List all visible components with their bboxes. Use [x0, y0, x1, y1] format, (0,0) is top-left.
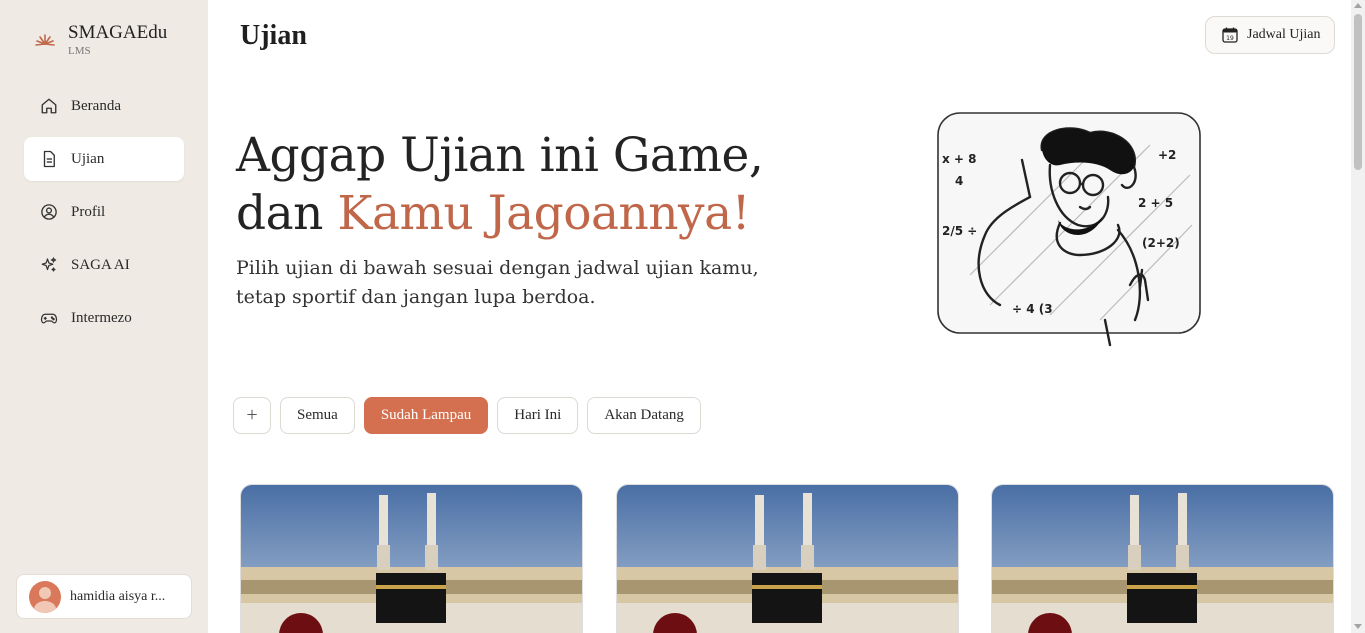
brand-logo-icon	[35, 34, 55, 46]
sidebar: SMAGAEdu LMS Beranda Ujian Profil SAGA A…	[0, 0, 208, 633]
schedule-button-label: Jadwal Ujian	[1247, 27, 1321, 42]
sidebar-item-saga-ai[interactable]: SAGA AI	[24, 243, 184, 287]
filter-chip-semua[interactable]: Semua	[280, 397, 355, 434]
add-filter-button[interactable]: +	[233, 397, 271, 434]
math-text: 2 + 5	[1138, 196, 1173, 210]
avatar	[29, 580, 61, 613]
sidebar-item-label: Ujian	[71, 150, 105, 167]
math-text: x + 8	[942, 152, 977, 166]
kaaba-image	[992, 485, 1333, 633]
scroll-up-arrow-icon[interactable]	[1354, 3, 1362, 8]
hero-heading-accent: Kamu Jagoannya!	[337, 186, 751, 241]
kaaba-image	[241, 485, 582, 633]
schedule-button[interactable]: 19 Jadwal Ujian	[1205, 16, 1335, 54]
hero-heading-line2: dan Kamu Jagoannya!	[236, 186, 751, 242]
user-circle-icon	[40, 203, 58, 221]
math-text: +2	[1158, 148, 1176, 162]
math-text: 2/5 ÷	[942, 224, 977, 238]
exam-card[interactable]	[991, 484, 1334, 633]
sidebar-item-label: SAGA AI	[71, 256, 130, 273]
brand-subtitle: LMS	[68, 45, 91, 57]
brand-name: SMAGAEdu	[68, 22, 168, 43]
brand[interactable]: SMAGAEdu LMS	[34, 22, 167, 58]
math-text: ÷ 4 (3	[1012, 302, 1053, 316]
hero-subtitle-line2: tetap sportif dan jangan lupa berdoa.	[236, 286, 596, 308]
exam-card[interactable]	[240, 484, 583, 633]
math-text: (2+2)	[1142, 236, 1180, 250]
hero-illustration: x + 8 4 +2 2 + 5 2/5 ÷ (2+2) ÷ 4 (3	[937, 112, 1201, 347]
sidebar-nav: Beranda Ujian Profil SAGA AI Intermezo	[24, 84, 184, 349]
scroll-down-arrow-icon[interactable]	[1354, 624, 1362, 629]
page-title: Ujian	[240, 20, 307, 51]
scrollbar-thumb[interactable]	[1354, 14, 1362, 170]
page-scrollbar[interactable]	[1351, 0, 1365, 633]
sidebar-item-profil[interactable]: Profil	[24, 190, 184, 234]
sidebar-item-label: Beranda	[71, 97, 121, 114]
filter-chip-hari-ini[interactable]: Hari Ini	[497, 397, 579, 434]
home-icon	[40, 97, 58, 115]
calendar-day: 19	[1226, 35, 1234, 42]
kaaba-image	[617, 485, 958, 633]
user-profile-card[interactable]: hamidia aisya r...	[16, 574, 192, 619]
exam-card[interactable]	[616, 484, 959, 633]
calendar-icon: 19	[1222, 27, 1238, 43]
sidebar-item-ujian[interactable]: Ujian	[24, 137, 184, 181]
document-icon	[40, 150, 58, 168]
sparkles-icon	[40, 256, 58, 274]
sidebar-item-label: Profil	[71, 203, 106, 220]
user-name: hamidia aisya r...	[70, 588, 166, 604]
filter-chip-akan-datang[interactable]: Akan Datang	[587, 397, 701, 434]
filter-bar: + Semua Sudah Lampau Hari Ini Akan Datan…	[233, 397, 710, 434]
sidebar-item-label: Intermezo	[71, 309, 132, 326]
sidebar-item-beranda[interactable]: Beranda	[24, 84, 184, 128]
filter-chip-sudah-lampau[interactable]: Sudah Lampau	[363, 397, 489, 434]
hero-heading-plain: dan	[236, 186, 338, 241]
sidebar-item-intermezo[interactable]: Intermezo	[24, 296, 184, 340]
hero-subtitle-line1: Pilih ujian di bawah sesuai dengan jadwa…	[236, 257, 759, 279]
gamepad-icon	[40, 309, 58, 327]
math-text: 4	[955, 174, 963, 188]
hero-heading-line1: Aggap Ujian ini Game,	[236, 128, 764, 183]
